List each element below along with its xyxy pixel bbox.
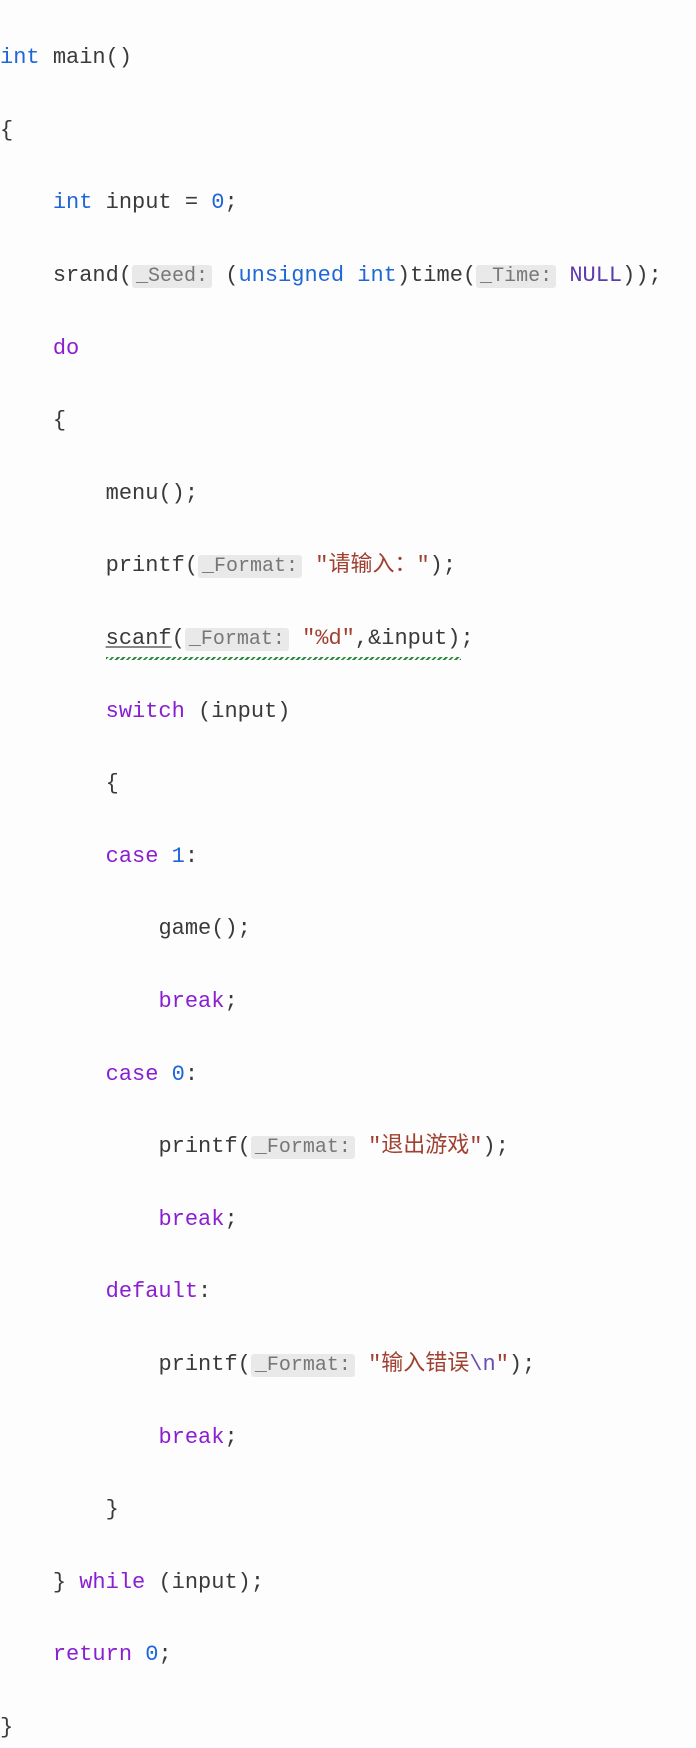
line-printf-err: printf(_Format: "输入错误\n");: [0, 1347, 696, 1383]
line-break2: break;: [0, 1202, 696, 1238]
kw-while: while: [79, 1570, 145, 1595]
fn-main: main: [53, 45, 106, 70]
str-err-post: ": [496, 1352, 509, 1377]
fn-printf3: printf: [158, 1352, 237, 1377]
num-one: 1: [172, 844, 185, 869]
hint-format3: _Format:: [251, 1136, 355, 1159]
kw-break2: break: [158, 1207, 224, 1232]
hint-time: _Time:: [476, 265, 556, 288]
kw-unsigned: unsigned: [238, 263, 344, 288]
fn-scanf: scanf: [106, 626, 172, 651]
kw-int-cast: int: [357, 263, 397, 288]
fn-menu: menu: [106, 481, 159, 506]
type-int: int: [0, 45, 40, 70]
line-func-decl: int main(): [0, 40, 696, 76]
str-err-pre: "输入错误: [368, 1352, 469, 1377]
line-game: game();: [0, 911, 696, 947]
line-do-open: {: [0, 403, 696, 439]
line-do: do: [0, 331, 696, 367]
kw-do: do: [53, 336, 79, 361]
str-prompt: "请输入：": [315, 553, 429, 578]
kw-default: default: [106, 1279, 198, 1304]
line-switch: switch (input): [0, 694, 696, 730]
hint-seed: _Seed:: [132, 265, 212, 288]
type-int2: int: [53, 190, 93, 215]
fn-srand: srand: [53, 263, 119, 288]
line-switch-close: }: [0, 1492, 696, 1528]
line-switch-open: {: [0, 766, 696, 802]
line-break3: break;: [0, 1420, 696, 1456]
hint-format2: _Format:: [185, 628, 289, 651]
line-close-brace: }: [0, 1710, 696, 1746]
code-block: int main() { int input = 0; srand(_Seed:…: [0, 0, 696, 1748]
kw-return: return: [53, 1642, 132, 1667]
num-zero2: 0: [172, 1062, 185, 1087]
kw-break3: break: [158, 1425, 224, 1450]
line-break1: break;: [0, 984, 696, 1020]
escape-n: \n: [469, 1352, 495, 1377]
line-case0: case 0:: [0, 1057, 696, 1093]
hint-format4: _Format:: [251, 1354, 355, 1377]
line-scanf: scanf(_Format: "%d",&input);: [0, 621, 696, 657]
line-printf-prompt: printf(_Format: "请输入：");: [0, 548, 696, 584]
fn-printf2: printf: [158, 1134, 237, 1159]
line-do-close: } while (input);: [0, 1565, 696, 1601]
return-zero: 0: [145, 1642, 158, 1667]
line-srand: srand(_Seed: (unsigned int)time(_Time: N…: [0, 258, 696, 294]
line-open-brace: {: [0, 113, 696, 149]
const-null: NULL: [569, 263, 622, 288]
str-fmtd: "%d": [302, 626, 355, 651]
var-input: input: [106, 190, 172, 215]
amp-input: &input: [368, 626, 447, 651]
line-return: return 0;: [0, 1637, 696, 1673]
fn-time: time: [410, 263, 463, 288]
kw-case1: case: [106, 844, 159, 869]
kw-case0: case: [106, 1062, 159, 1087]
str-exit: "退出游戏": [368, 1134, 482, 1159]
fn-game: game: [158, 916, 211, 941]
line-case1: case 1:: [0, 839, 696, 875]
hint-format1: _Format:: [198, 555, 302, 578]
num-zero: 0: [211, 190, 224, 215]
line-menu: menu();: [0, 476, 696, 512]
line-default: default:: [0, 1274, 696, 1310]
kw-break1: break: [158, 989, 224, 1014]
while-cond: input: [172, 1570, 238, 1595]
switch-var: input: [211, 699, 277, 724]
line-printf-exit: printf(_Format: "退出游戏");: [0, 1129, 696, 1165]
line-input-decl: int input = 0;: [0, 185, 696, 221]
fn-printf1: printf: [106, 553, 185, 578]
kw-switch: switch: [106, 699, 185, 724]
